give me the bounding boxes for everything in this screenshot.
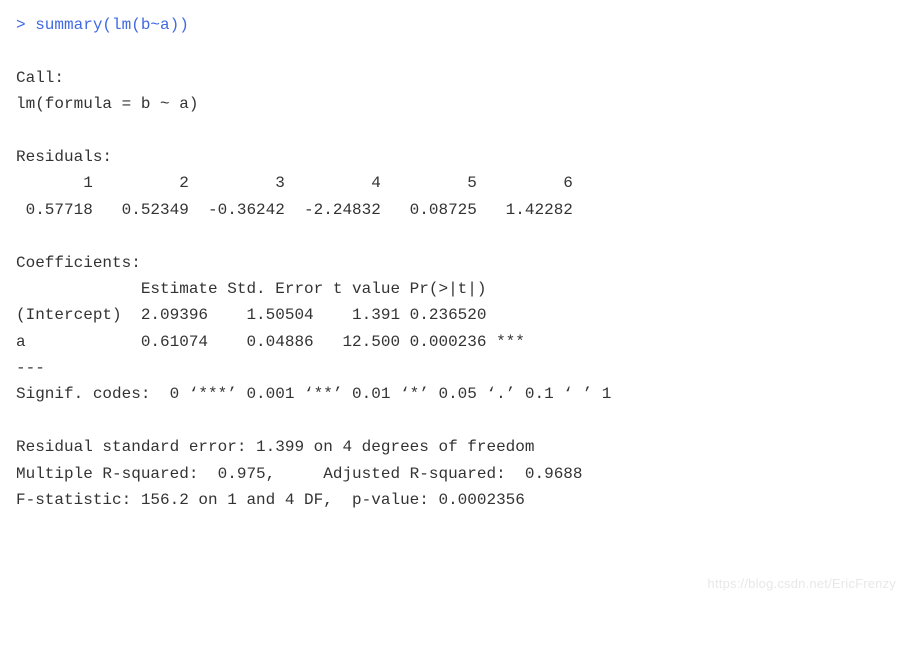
- coefficients-columns: Estimate Std. Error t value Pr(>|t|): [16, 280, 525, 298]
- call-header: Call:: [16, 69, 64, 87]
- f-statistic-line: F-statistic: 156.2 on 1 and 4 DF, p-valu…: [16, 491, 525, 509]
- watermark-text: https://blog.csdn.net/EricFrenzy: [708, 573, 896, 594]
- residuals-values-row: 0.57718 0.52349 -0.36242 -2.24832 0.0872…: [16, 201, 583, 219]
- call-body: lm(formula = b ~ a): [16, 95, 198, 113]
- residuals-index-row: 1 2 3 4 5 6: [16, 174, 583, 192]
- coefficients-header: Coefficients:: [16, 254, 141, 272]
- coefficients-row-intercept: (Intercept) 2.09396 1.50504 1.391 0.2365…: [16, 306, 525, 324]
- coefficients-row-a: a 0.61074 0.04886 12.500 0.000236 ***: [16, 333, 525, 351]
- residual-std-error: Residual standard error: 1.399 on 4 degr…: [16, 438, 534, 456]
- r-squared-line: Multiple R-squared: 0.975, Adjusted R-sq…: [16, 465, 592, 483]
- r-command: summary(lm(b~a)): [35, 16, 189, 34]
- signif-codes: Signif. codes: 0 ‘***’ 0.001 ‘**’ 0.01 ‘…: [16, 385, 611, 403]
- residuals-header: Residuals:: [16, 148, 112, 166]
- dashes: ---: [16, 359, 45, 377]
- console-prompt: >: [16, 16, 35, 34]
